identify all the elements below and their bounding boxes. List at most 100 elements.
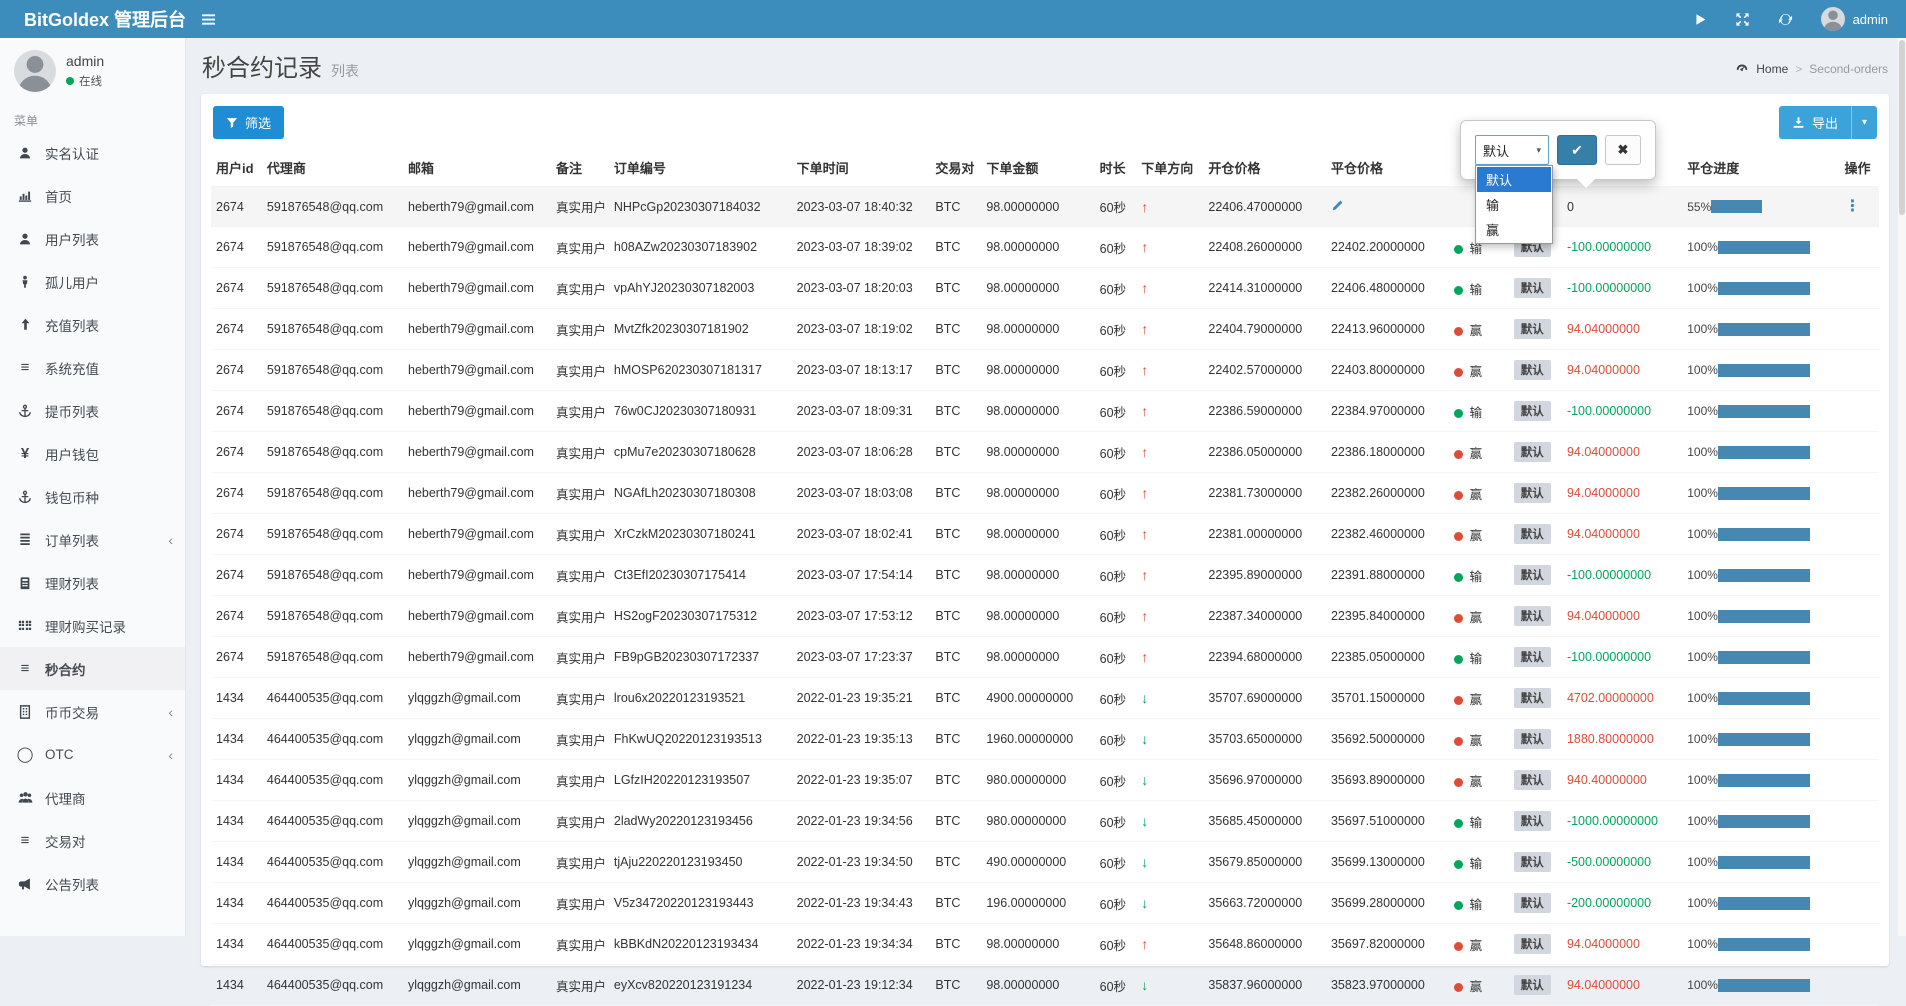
sidebar-item-agents[interactable]: 代理商 bbox=[0, 776, 185, 819]
cell-actions bbox=[1840, 473, 1879, 514]
yen-icon: ¥ bbox=[16, 446, 34, 461]
fullscreen-icon[interactable] bbox=[1735, 12, 1750, 27]
cell-win-lose: 输 bbox=[1449, 801, 1509, 842]
column-header: 订单编号 bbox=[609, 149, 792, 187]
cell-order-id: lrou6x20220123193521 bbox=[609, 678, 792, 719]
direction-arrow-icon: ↑ bbox=[1141, 362, 1148, 378]
sidebar-item-second-contract[interactable]: ≡ 秒合约 bbox=[0, 647, 185, 690]
sidebar-item-otc[interactable]: ◯ OTC ‹ bbox=[0, 733, 185, 776]
cell-agent: 591876548@qq.com bbox=[262, 432, 403, 473]
sidebar-item-finance-purchases[interactable]: 理财购买记录 bbox=[0, 604, 185, 647]
table-row: 1434 464400535@qq.com ylqggzh@gmail.com … bbox=[211, 965, 1879, 1006]
cell-profit: 940.40000000 bbox=[1562, 760, 1682, 801]
play-icon[interactable] bbox=[1694, 13, 1707, 26]
sidebar-item-user-list[interactable]: 用户列表 bbox=[0, 217, 185, 260]
cell-order-id: 2ladWy20220123193456 bbox=[609, 801, 792, 842]
sidebar-item-finance-list[interactable]: 理财列表 bbox=[0, 561, 185, 604]
direction-arrow-icon: ↑ bbox=[1141, 649, 1148, 665]
brand-logo[interactable]: BitGoldex 管理后台 bbox=[0, 6, 186, 32]
row-actions-button[interactable]: ⋮ bbox=[1845, 198, 1861, 215]
sidebar-toggle[interactable] bbox=[186, 12, 230, 27]
cell-amount: 98.00000000 bbox=[981, 227, 1094, 268]
cell-profit: -1000.00000000 bbox=[1562, 801, 1682, 842]
export-caret-button[interactable]: ▾ bbox=[1851, 106, 1877, 139]
progress-bar bbox=[1718, 405, 1810, 418]
cell-remark: 真实用户 bbox=[551, 883, 609, 924]
sidebar-item-realname-auth[interactable]: 实名认证 bbox=[0, 131, 185, 174]
cell-agent: 591876548@qq.com bbox=[262, 555, 403, 596]
cell-profit: -500.00000000 bbox=[1562, 842, 1682, 883]
table-row: 1434 464400535@qq.com ylqggzh@gmail.com … bbox=[211, 842, 1879, 883]
result-dot-icon bbox=[1454, 942, 1463, 951]
cell-open-price: 22395.89000000 bbox=[1203, 555, 1326, 596]
vertical-scrollbar[interactable] bbox=[1898, 38, 1906, 936]
funnel-icon bbox=[226, 117, 238, 129]
table-row: 2674 591876548@qq.com heberth79@gmail.co… bbox=[211, 637, 1879, 678]
progress-bar bbox=[1718, 323, 1810, 336]
cell-agent: 591876548@qq.com bbox=[262, 350, 403, 391]
cell-duration: 60秒 bbox=[1095, 637, 1137, 678]
cell-open-price: 22386.05000000 bbox=[1203, 432, 1326, 473]
sidebar-item-coin-trade[interactable]: 币币交易 ‹ bbox=[0, 690, 185, 733]
cell-control: 默认 bbox=[1509, 473, 1562, 514]
cell-agent: 464400535@qq.com bbox=[262, 924, 403, 965]
sidebar-item-trading-pairs[interactable]: ≡ 交易对 bbox=[0, 819, 185, 862]
refresh-icon[interactable] bbox=[1778, 12, 1793, 27]
cell-user-id: 1434 bbox=[211, 883, 262, 924]
cell-user-id: 1434 bbox=[211, 842, 262, 883]
confirm-button[interactable]: ✔ bbox=[1557, 135, 1597, 165]
cell-win-lose: 输 bbox=[1449, 883, 1509, 924]
cell-remark: 真实用户 bbox=[551, 760, 609, 801]
sidebar-item-withdraw-list[interactable]: 提币列表 bbox=[0, 389, 185, 432]
cell-agent: 591876548@qq.com bbox=[262, 391, 403, 432]
sidebar-item-system-deposit[interactable]: ≡ 系统充值 bbox=[0, 346, 185, 389]
cell-user-id: 2674 bbox=[211, 350, 262, 391]
cell-control: 默认 bbox=[1509, 637, 1562, 678]
cell-order-time: 2022-01-23 19:35:13 bbox=[792, 719, 931, 760]
sidebar-item-orphan-users[interactable]: 孤儿用户 bbox=[0, 260, 185, 303]
sidebar-user-panel: admin 在线 bbox=[0, 38, 185, 102]
cell-order-id: hMOSP620230307181317 bbox=[609, 350, 792, 391]
cell-remark: 真实用户 bbox=[551, 187, 609, 227]
direction-arrow-icon: ↑ bbox=[1141, 485, 1148, 501]
cancel-button[interactable]: ✖ bbox=[1605, 135, 1641, 165]
cell-actions bbox=[1840, 309, 1879, 350]
sidebar-item-wallet-coins[interactable]: 钱包币种 bbox=[0, 475, 185, 518]
breadcrumb-home[interactable]: Home bbox=[1756, 62, 1788, 76]
dropdown-option[interactable]: 输 bbox=[1477, 192, 1551, 217]
result-dot-icon bbox=[1454, 819, 1463, 828]
edit-icon[interactable] bbox=[1331, 199, 1344, 212]
column-header: 邮箱 bbox=[403, 149, 551, 187]
result-dot-icon bbox=[1454, 573, 1463, 582]
filter-button[interactable]: 筛选 bbox=[213, 106, 284, 139]
close-progress: 100% bbox=[1687, 937, 1834, 951]
result-dot-icon bbox=[1454, 983, 1463, 992]
scrollbar-thumb[interactable] bbox=[1899, 40, 1905, 215]
close-progress: 55% bbox=[1687, 200, 1834, 214]
close-progress: 100% bbox=[1687, 855, 1834, 869]
cell-user-id: 2674 bbox=[211, 473, 262, 514]
export-button[interactable]: 导出 bbox=[1779, 106, 1851, 139]
cell-close-price: 22402.20000000 bbox=[1326, 227, 1449, 268]
cell-amount: 98.00000000 bbox=[981, 514, 1094, 555]
sidebar-item-announcements[interactable]: 公告列表 bbox=[0, 862, 185, 905]
select-dropdown: 默认输赢 bbox=[1475, 165, 1553, 244]
cell-profit: 94.04000000 bbox=[1562, 350, 1682, 391]
cell-open-price: 35837.96000000 bbox=[1203, 965, 1326, 1006]
cell-remark: 真实用户 bbox=[551, 719, 609, 760]
user-menu[interactable]: admin bbox=[1821, 7, 1888, 31]
cell-pair: BTC bbox=[930, 965, 981, 1006]
sidebar-item-user-wallet[interactable]: ¥ 用户钱包 bbox=[0, 432, 185, 475]
sidebar-item-home[interactable]: 首页 bbox=[0, 174, 185, 217]
cell-win-lose: 输 bbox=[1449, 555, 1509, 596]
sidebar-item-order-list[interactable]: ≣ 订单列表 ‹ bbox=[0, 518, 185, 561]
dropdown-option[interactable]: 赢 bbox=[1477, 217, 1551, 242]
win-lose-select[interactable]: 默认 ▾ bbox=[1475, 135, 1549, 165]
result-dot-icon bbox=[1454, 409, 1463, 418]
status-badge: 默认 bbox=[1514, 688, 1551, 708]
direction-arrow-icon: ↑ bbox=[1141, 403, 1148, 419]
sidebar-item-deposit-list[interactable]: 充值列表 bbox=[0, 303, 185, 346]
dropdown-option[interactable]: 默认 bbox=[1477, 167, 1551, 192]
progress-bar bbox=[1718, 979, 1810, 992]
cell-remark: 真实用户 bbox=[551, 555, 609, 596]
